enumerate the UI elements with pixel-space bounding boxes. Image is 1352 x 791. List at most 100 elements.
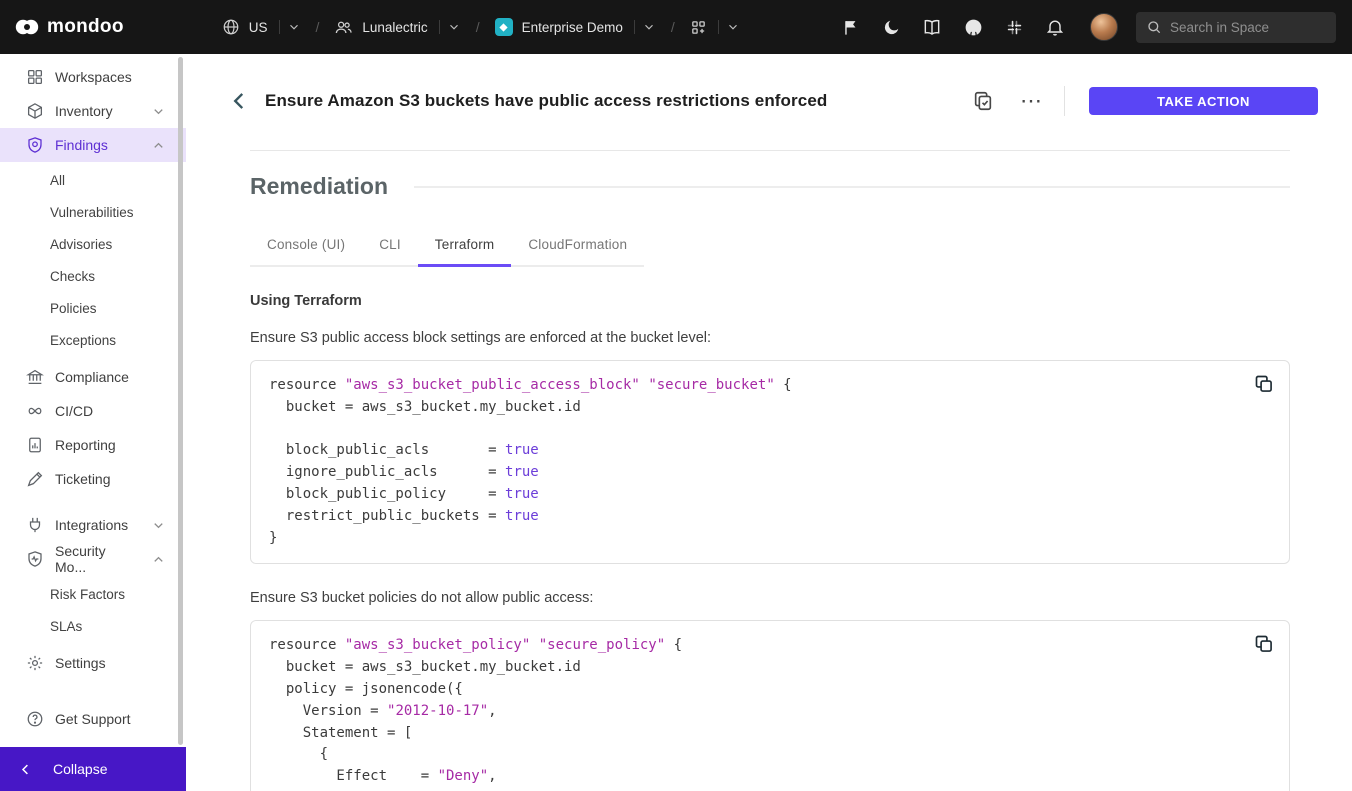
github-icon[interactable] <box>963 17 984 38</box>
header-divider <box>1064 86 1065 116</box>
topbar: mondoo US / Lunalectric <box>0 0 1352 54</box>
tab-console-ui[interactable]: Console (UI) <box>250 224 362 265</box>
nav-section-gap <box>0 496 186 508</box>
chevron-down-icon <box>151 104 166 119</box>
copy-code-button[interactable] <box>1249 629 1279 659</box>
space-search[interactable] <box>1136 12 1336 43</box>
remediation-tabs: Console (UI) CLI Terraform CloudFormatio… <box>250 224 644 267</box>
sidebar-item-label: Integrations <box>55 517 128 533</box>
crumb-separator: / <box>671 19 675 35</box>
sidebar-item-label: Security Mo... <box>55 543 140 575</box>
view-selector[interactable] <box>684 14 746 41</box>
more-options-button[interactable]: ⋯ <box>1020 90 1042 112</box>
docs-book-icon[interactable] <box>922 17 942 37</box>
brand-name: mondoo <box>47 16 124 38</box>
nav-section-gap <box>0 680 186 702</box>
sidebar-item-integrations[interactable]: Integrations <box>0 508 186 542</box>
sidebar-item-findings[interactable]: Findings <box>0 128 186 162</box>
tab-terraform[interactable]: Terraform <box>418 224 512 265</box>
sidebar-item-label: Reporting <box>55 437 116 453</box>
section-title: Remediation <box>250 173 388 200</box>
sidebar-item-all[interactable]: All <box>0 164 186 196</box>
sub-item-label: Policies <box>50 301 97 316</box>
tab-cli[interactable]: CLI <box>362 224 418 265</box>
inventory-cube-icon <box>26 102 44 120</box>
space-label: Enterprise Demo <box>522 20 623 35</box>
region-selector[interactable]: US <box>216 13 307 41</box>
sidebar-item-cicd[interactable]: CI/CD <box>0 394 186 428</box>
chevron-down-icon <box>151 518 166 533</box>
integrations-plug-icon <box>26 516 44 534</box>
notifications-bell-icon[interactable] <box>1045 17 1065 37</box>
crumb-separator: / <box>476 19 480 35</box>
sidebar-item-checks[interactable]: Checks <box>0 260 186 292</box>
sidebar-item-exceptions[interactable]: Exceptions <box>0 324 186 356</box>
findings-subnav: All Vulnerabilities Advisories Checks Po… <box>0 162 186 360</box>
search-input[interactable] <box>1170 20 1320 35</box>
sidebar-item-label: Settings <box>55 655 106 671</box>
sidebar-item-reporting[interactable]: Reporting <box>0 428 186 462</box>
sidebar-item-compliance[interactable]: Compliance <box>0 360 186 394</box>
grid-icon <box>690 19 707 36</box>
sidebar-item-ticketing[interactable]: Ticketing <box>0 462 186 496</box>
search-icon <box>1146 19 1162 35</box>
sidebar-scrollbar[interactable] <box>178 57 183 745</box>
section-divider <box>250 150 1290 151</box>
back-button[interactable] <box>226 88 252 114</box>
sidebar-item-settings[interactable]: Settings <box>0 646 186 680</box>
security-shield-icon <box>26 550 44 568</box>
moon-icon[interactable] <box>882 18 901 37</box>
sub-item-label: Exceptions <box>50 333 116 348</box>
chevron-up-icon <box>151 552 166 567</box>
space-selector[interactable]: Enterprise Demo <box>489 13 662 41</box>
take-action-button[interactable]: TAKE ACTION <box>1089 87 1318 115</box>
using-terraform-label: Using Terraform <box>250 293 1290 309</box>
sidebar-item-inventory[interactable]: Inventory <box>0 94 186 128</box>
sidebar-item-get-support[interactable]: Get Support <box>0 702 186 736</box>
chevron-down-icon <box>439 20 461 34</box>
org-selector[interactable]: Lunalectric <box>328 13 466 42</box>
compliance-bank-icon <box>26 368 44 386</box>
sidebar-item-security-monitoring[interactable]: Security Mo... <box>0 542 186 576</box>
user-avatar[interactable] <box>1090 13 1118 41</box>
topbar-actions <box>842 13 1118 41</box>
sidebar-item-slas[interactable]: SLAs <box>0 610 186 642</box>
findings-shield-icon <box>26 136 44 154</box>
sub-item-label: Vulnerabilities <box>50 205 134 220</box>
slack-icon[interactable] <box>1005 18 1024 37</box>
sub-item-label: All <box>50 173 65 188</box>
sidebar-item-label: Ticketing <box>55 471 111 487</box>
collapse-sidebar-button[interactable]: Collapse <box>0 747 186 791</box>
help-circle-icon <box>26 710 44 728</box>
code-content: resource "aws_s3_bucket_public_access_bl… <box>269 375 1271 549</box>
sidebar-item-advisories[interactable]: Advisories <box>0 228 186 260</box>
main-content: Ensure Amazon S3 buckets have public acc… <box>186 54 1352 791</box>
sub-item-label: Advisories <box>50 237 112 252</box>
sidebar-item-vulnerabilities[interactable]: Vulnerabilities <box>0 196 186 228</box>
ticketing-pen-icon <box>26 470 44 488</box>
remediation-paragraph-2: Ensure S3 bucket policies do not allow p… <box>250 590 1290 606</box>
sub-item-label: SLAs <box>50 619 82 634</box>
sidebar-item-policies[interactable]: Policies <box>0 292 186 324</box>
mondoo-logo[interactable]: mondoo <box>14 14 124 40</box>
chevron-up-icon <box>151 138 166 153</box>
sidebar-item-label: Findings <box>55 137 108 153</box>
cicd-infinity-icon <box>26 402 44 420</box>
tab-cloudformation[interactable]: CloudFormation <box>511 224 644 265</box>
gear-icon <box>26 654 44 672</box>
workspaces-icon <box>26 68 44 86</box>
space-icon <box>495 18 513 36</box>
copy-check-icon[interactable] <box>972 90 994 112</box>
remediation-section-header: Remediation <box>250 173 1290 200</box>
page-title: Ensure Amazon S3 buckets have public acc… <box>265 91 827 111</box>
section-rule <box>414 186 1290 188</box>
sidebar-item-workspaces[interactable]: Workspaces <box>0 60 186 94</box>
sidebar-item-risk-factors[interactable]: Risk Factors <box>0 578 186 610</box>
sidebar-item-label: Workspaces <box>55 69 132 85</box>
terraform-code-block-2: resource "aws_s3_bucket_policy" "secure_… <box>250 620 1290 791</box>
reporting-chart-icon <box>26 436 44 454</box>
sidebar-item-label: CI/CD <box>55 403 93 419</box>
flag-icon[interactable] <box>842 18 861 37</box>
chevron-down-icon <box>634 20 656 34</box>
copy-code-button[interactable] <box>1249 369 1279 399</box>
